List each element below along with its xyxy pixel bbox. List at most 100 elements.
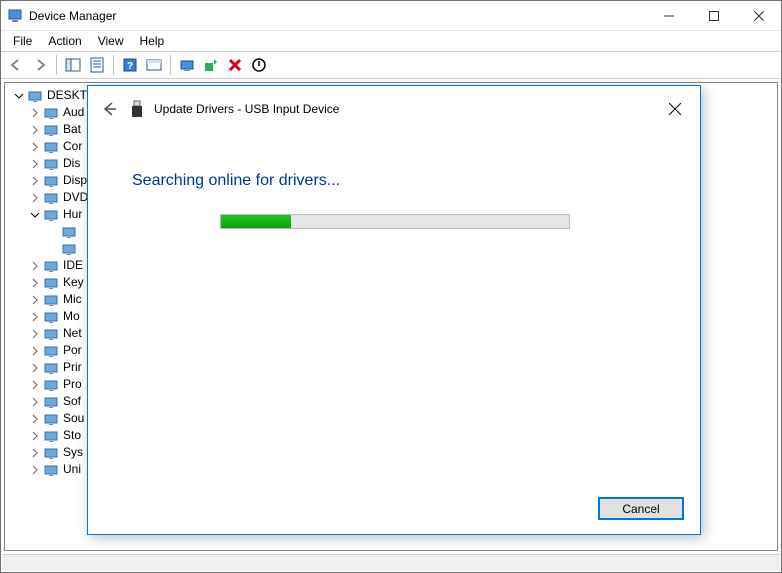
tree-item-label: Key [63, 274, 84, 291]
device-category-icon [43, 292, 59, 308]
tree-item-label: Aud [63, 104, 84, 121]
device-category-icon [43, 411, 59, 427]
tree-item-label: Por [63, 342, 82, 359]
tree-item-label: IDE [63, 257, 83, 274]
window-title: Device Manager [29, 9, 646, 23]
menu-action[interactable]: Action [40, 32, 89, 50]
expand-icon[interactable] [27, 190, 43, 206]
action-button[interactable] [143, 54, 165, 76]
tree-item-label: DVD [63, 189, 88, 206]
device-category-icon [61, 224, 77, 240]
minimize-button[interactable] [646, 1, 691, 30]
tree-item-label: Bat [63, 121, 81, 138]
expand-icon[interactable] [27, 343, 43, 359]
close-button[interactable] [736, 1, 781, 30]
expand-icon[interactable] [27, 360, 43, 376]
menubar: File Action View Help [1, 31, 781, 51]
device-category-icon [43, 394, 59, 410]
progress-bar [220, 214, 570, 229]
toolbar-separator [170, 55, 171, 75]
window-controls [646, 1, 781, 30]
dialog-title: Update Drivers - USB Input Device [154, 102, 660, 116]
device-category-icon [43, 156, 59, 172]
menu-file[interactable]: File [5, 32, 40, 50]
tree-item-label: Sof [63, 393, 81, 410]
expand-icon[interactable] [27, 139, 43, 155]
tree-item-label: Disp [63, 172, 87, 189]
dialog-back-button[interactable] [98, 98, 120, 120]
tree-item-label: Hur [63, 206, 82, 223]
expand-icon[interactable] [27, 309, 43, 325]
device-category-icon [43, 377, 59, 393]
expand-icon[interactable] [27, 105, 43, 121]
device-category-icon [43, 360, 59, 376]
update-driver-button[interactable] [200, 54, 222, 76]
svg-text:?: ? [127, 61, 133, 72]
uninstall-device-button[interactable] [224, 54, 246, 76]
expand-icon[interactable] [27, 326, 43, 342]
menu-view[interactable]: View [90, 32, 132, 50]
show-hide-console-button[interactable] [62, 54, 84, 76]
tree-item-label: Dis [63, 155, 80, 172]
expand-icon[interactable] [45, 241, 61, 257]
computer-icon [27, 88, 43, 104]
device-category-icon [43, 190, 59, 206]
expand-icon[interactable] [27, 207, 43, 223]
expand-icon[interactable] [27, 394, 43, 410]
dialog-button-row: Cancel [598, 497, 684, 520]
device-category-icon [43, 309, 59, 325]
expand-icon[interactable] [27, 156, 43, 172]
tree-item-label: Sys [63, 444, 83, 461]
expand-icon[interactable] [27, 428, 43, 444]
expand-icon[interactable] [27, 377, 43, 393]
device-category-icon [43, 173, 59, 189]
dialog-header: Update Drivers - USB Input Device [88, 86, 700, 132]
expand-icon[interactable] [27, 462, 43, 478]
device-category-icon [43, 105, 59, 121]
tree-item-label: Mic [63, 291, 82, 308]
dialog-status-text: Searching online for drivers... [132, 172, 656, 190]
expand-icon[interactable] [45, 224, 61, 240]
tree-item-label: Sto [63, 427, 81, 444]
toolbar-separator [113, 55, 114, 75]
app-icon [7, 8, 23, 24]
properties-button[interactable] [86, 54, 108, 76]
device-category-icon [43, 207, 59, 223]
expand-icon[interactable] [27, 258, 43, 274]
expand-icon[interactable] [27, 275, 43, 291]
expand-icon[interactable] [27, 292, 43, 308]
update-drivers-dialog: Update Drivers - USB Input Device Search… [87, 85, 701, 535]
cancel-button[interactable]: Cancel [598, 497, 684, 520]
tree-item-label: Prir [63, 359, 82, 376]
device-category-icon [43, 445, 59, 461]
tree-item-label: Cor [63, 138, 82, 155]
forward-button[interactable] [29, 54, 51, 76]
expand-icon[interactable] [27, 411, 43, 427]
usb-device-icon [128, 100, 146, 118]
device-category-icon [43, 428, 59, 444]
toolbar-separator [56, 55, 57, 75]
back-button[interactable] [5, 54, 27, 76]
titlebar: Device Manager [1, 1, 781, 31]
disable-device-button[interactable] [248, 54, 270, 76]
tree-item-label: Sou [63, 410, 84, 427]
device-category-icon [61, 241, 77, 257]
device-category-icon [43, 122, 59, 138]
expand-icon[interactable] [27, 445, 43, 461]
menu-help[interactable]: Help [132, 32, 173, 50]
device-category-icon [43, 462, 59, 478]
toolbar: ? [1, 51, 781, 79]
device-category-icon [43, 343, 59, 359]
expand-icon[interactable] [27, 122, 43, 138]
device-category-icon [43, 326, 59, 342]
expand-icon[interactable] [27, 173, 43, 189]
statusbar [2, 554, 780, 571]
dialog-close-button[interactable] [660, 94, 690, 124]
tree-item-label: Net [63, 325, 82, 342]
scan-hardware-button[interactable] [176, 54, 198, 76]
device-category-icon [43, 275, 59, 291]
tree-item-label: Pro [63, 376, 82, 393]
device-category-icon [43, 139, 59, 155]
maximize-button[interactable] [691, 1, 736, 30]
help-button[interactable]: ? [119, 54, 141, 76]
